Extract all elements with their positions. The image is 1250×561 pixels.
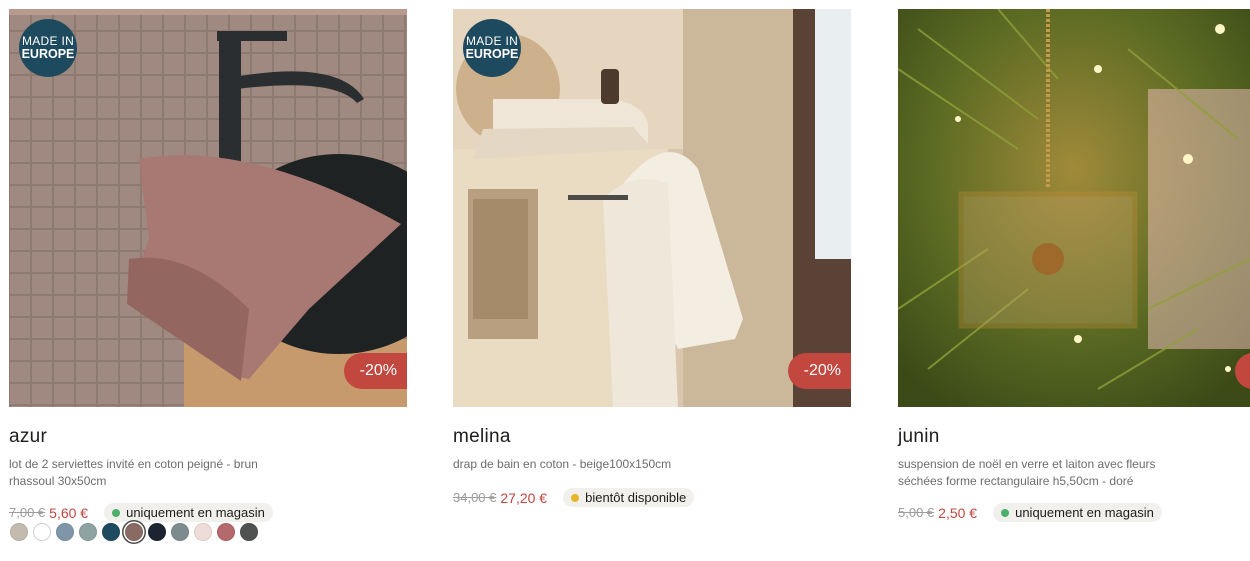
color-swatch[interactable] bbox=[171, 523, 189, 541]
product-description: lot de 2 serviettes invité en coton peig… bbox=[9, 457, 258, 488]
discount-badge: -20% bbox=[787, 353, 851, 389]
color-swatch[interactable] bbox=[194, 523, 212, 541]
old-price: 34,00 € bbox=[453, 490, 497, 505]
badge-line-2: EUROPE bbox=[21, 47, 75, 61]
color-swatch[interactable] bbox=[56, 523, 74, 541]
price-row: 5,00 € 2,50 € uniquement en magasin bbox=[898, 503, 1162, 522]
color-swatches bbox=[10, 523, 263, 541]
availability-badge: uniquement en magasin bbox=[993, 503, 1162, 522]
color-swatch[interactable] bbox=[125, 523, 143, 541]
old-price: 7,00 € bbox=[9, 505, 46, 520]
product-description: drap de bain en coton - beige100x150cm bbox=[453, 457, 672, 471]
product-image[interactable]: MADE IN EUROPE -20% bbox=[9, 9, 407, 407]
status-dot-icon bbox=[1001, 508, 1010, 517]
status-dot-icon bbox=[112, 508, 121, 517]
availability-label: uniquement en magasin bbox=[1015, 505, 1154, 520]
color-swatch[interactable] bbox=[217, 523, 235, 541]
product-card[interactable]: MADE IN EUROPE -20% melina drap de bain … bbox=[453, 9, 851, 473]
color-swatch[interactable] bbox=[79, 523, 97, 541]
price-row: 34,00 € 27,20 € bientôt disponible bbox=[453, 488, 695, 507]
made-in-europe-badge: MADE IN EUROPE bbox=[463, 19, 521, 77]
color-swatch[interactable] bbox=[240, 523, 258, 541]
ornament-photo bbox=[898, 9, 1250, 407]
color-swatch[interactable] bbox=[33, 523, 51, 541]
color-swatch[interactable] bbox=[102, 523, 120, 541]
product-description: suspension de noël en verre et laiton av… bbox=[898, 457, 1156, 488]
color-swatch[interactable] bbox=[148, 523, 166, 541]
new-price: 5,60 € bbox=[49, 504, 89, 521]
product-card[interactable]: MADE IN EUROPE -20% azur lot de 2 servie… bbox=[9, 9, 407, 490]
product-card[interactable]: - junin suspension de noël en verre et l… bbox=[898, 9, 1250, 490]
product-image[interactable]: MADE IN EUROPE -20% bbox=[453, 9, 851, 407]
new-price: 27,20 € bbox=[500, 489, 548, 506]
price-row: 7,00 € 5,60 € uniquement en magasin bbox=[9, 503, 273, 522]
discount-badge: -20% bbox=[343, 353, 407, 389]
product-image[interactable]: - bbox=[898, 9, 1250, 407]
badge-line-2: EUROPE bbox=[465, 47, 519, 61]
status-dot-icon bbox=[571, 493, 580, 502]
availability-badge: bientôt disponible bbox=[563, 488, 695, 507]
product-name[interactable]: azur bbox=[9, 426, 407, 448]
availability-label: uniquement en magasin bbox=[126, 505, 265, 520]
product-name[interactable]: melina bbox=[453, 426, 851, 448]
bath-sheet-photo bbox=[453, 9, 851, 407]
old-price: 5,00 € bbox=[898, 505, 935, 520]
new-price: 2,50 € bbox=[938, 504, 978, 521]
towel-photo bbox=[9, 9, 407, 407]
availability-badge: uniquement en magasin bbox=[104, 503, 273, 522]
availability-label: bientôt disponible bbox=[585, 490, 687, 505]
color-swatch[interactable] bbox=[10, 523, 28, 541]
made-in-europe-badge: MADE IN EUROPE bbox=[19, 19, 77, 77]
product-name[interactable]: junin bbox=[898, 426, 1250, 448]
